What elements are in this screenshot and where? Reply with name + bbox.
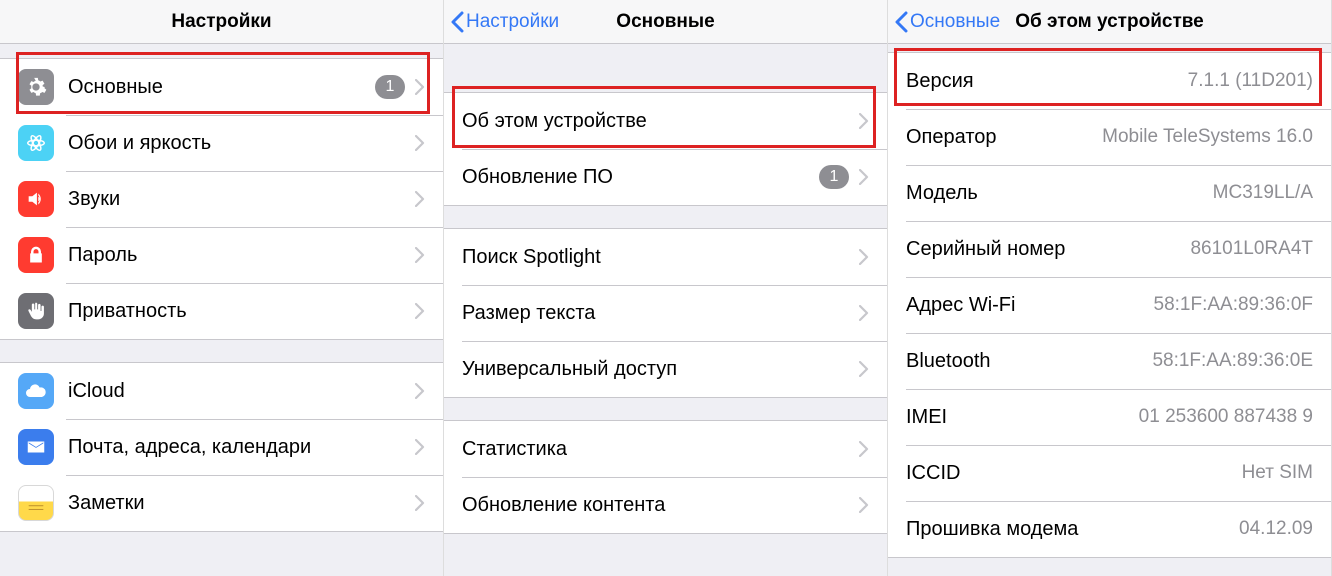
row-privacy[interactable]: Приватность: [0, 283, 443, 339]
panel-about: Основные Об этом устройстве Версия 7.1.1…: [888, 0, 1332, 576]
row-value: 58:1F:AA:89:36:0F: [1154, 294, 1314, 316]
row-iccid[interactable]: ICCID Нет SIM: [888, 445, 1331, 501]
chevron-right-icon: [859, 497, 869, 513]
row-software-update[interactable]: Обновление ПО 1: [444, 149, 887, 205]
chevron-right-icon: [415, 439, 425, 455]
chevron-right-icon: [859, 113, 869, 129]
row-label: Заметки: [68, 492, 145, 515]
chevron-right-icon: [415, 303, 425, 319]
row-value: Mobile TeleSystems 16.0: [1102, 126, 1313, 148]
row-label: Об этом устройстве: [462, 110, 647, 133]
row-label: ICCID: [906, 462, 960, 485]
row-imei[interactable]: IMEI 01 253600 887438 9: [888, 389, 1331, 445]
row-label: Версия: [906, 70, 974, 93]
back-button[interactable]: Основные: [894, 0, 1000, 44]
row-label: Универсальный доступ: [462, 358, 677, 381]
row-carrier[interactable]: Оператор Mobile TeleSystems 16.0: [888, 109, 1331, 165]
row-label: Bluetooth: [906, 350, 991, 373]
row-sounds[interactable]: Звуки: [0, 171, 443, 227]
row-label: Поиск Spotlight: [462, 246, 601, 269]
row-label: Основные: [68, 76, 163, 99]
notes-icon: [18, 485, 54, 521]
row-model[interactable]: Модель MC319LL/A: [888, 165, 1331, 221]
badge: 1: [819, 165, 849, 189]
row-value: Нет SIM: [1242, 462, 1313, 484]
row-label: Размер текста: [462, 302, 595, 325]
row-label: IMEI: [906, 406, 947, 429]
navbar: Настройки Основные: [444, 0, 887, 44]
chevron-right-icon: [415, 135, 425, 151]
row-label: Обновление контента: [462, 494, 665, 517]
chevron-right-icon: [859, 361, 869, 377]
row-label: Оператор: [906, 126, 997, 149]
row-serial[interactable]: Серийный номер 86101L0RA4T: [888, 221, 1331, 277]
back-button[interactable]: Настройки: [450, 0, 559, 44]
chevron-right-icon: [415, 383, 425, 399]
row-statistics[interactable]: Статистика: [444, 421, 887, 477]
navbar-title: Настройки: [171, 11, 271, 33]
gear-icon: [18, 69, 54, 105]
chevron-right-icon: [415, 495, 425, 511]
row-label: Прошивка модема: [906, 518, 1078, 541]
row-bluetooth[interactable]: Bluetooth 58:1F:AA:89:36:0E: [888, 333, 1331, 389]
row-value: 58:1F:AA:89:36:0E: [1152, 350, 1313, 372]
row-spotlight[interactable]: Поиск Spotlight: [444, 229, 887, 285]
navbar: Основные Об этом устройстве: [888, 0, 1331, 44]
row-about[interactable]: Об этом устройстве: [444, 93, 887, 149]
chevron-right-icon: [415, 191, 425, 207]
panel-settings: Настройки Основные 1 Обои и яркость Звук…: [0, 0, 444, 576]
navbar-title: Основные: [616, 11, 714, 33]
sounds-icon: [18, 181, 54, 217]
chevron-right-icon: [859, 249, 869, 265]
row-label: Звуки: [68, 188, 120, 211]
row-content-update[interactable]: Обновление контента: [444, 477, 887, 533]
chevron-right-icon: [859, 441, 869, 457]
row-value: 7.1.1 (11D201): [1188, 70, 1313, 92]
cloud-icon: [18, 373, 54, 409]
back-label: Основные: [910, 11, 1000, 33]
row-label: Почта, адреса, календари: [68, 436, 311, 459]
row-version[interactable]: Версия 7.1.1 (11D201): [888, 53, 1331, 109]
panel-general: Настройки Основные Об этом устройстве Об…: [444, 0, 888, 576]
wallpaper-icon: [18, 125, 54, 161]
row-icloud[interactable]: iCloud: [0, 363, 443, 419]
row-textsize[interactable]: Размер текста: [444, 285, 887, 341]
badge: 1: [375, 75, 405, 99]
row-modem[interactable]: Прошивка модема 04.12.09: [888, 501, 1331, 557]
row-label: Адрес Wi-Fi: [906, 294, 1015, 317]
row-label: iCloud: [68, 380, 125, 403]
chevron-left-icon: [450, 11, 464, 33]
chevron-right-icon: [415, 247, 425, 263]
navbar: Настройки: [0, 0, 443, 44]
chevron-left-icon: [894, 11, 908, 33]
row-accessibility[interactable]: Универсальный доступ: [444, 341, 887, 397]
row-value: MC319LL/A: [1213, 182, 1313, 204]
row-value: 86101L0RA4T: [1190, 238, 1313, 260]
row-mail[interactable]: Почта, адреса, календари: [0, 419, 443, 475]
chevron-right-icon: [415, 79, 425, 95]
navbar-title: Об этом устройстве: [1015, 11, 1204, 33]
row-label: Приватность: [68, 300, 187, 323]
row-value: 04.12.09: [1239, 518, 1313, 540]
lock-icon: [18, 237, 54, 273]
row-wallpaper[interactable]: Обои и яркость: [0, 115, 443, 171]
row-wifi[interactable]: Адрес Wi-Fi 58:1F:AA:89:36:0F: [888, 277, 1331, 333]
row-label: Обои и яркость: [68, 132, 211, 155]
row-general[interactable]: Основные 1: [0, 59, 443, 115]
row-passcode[interactable]: Пароль: [0, 227, 443, 283]
row-label: Пароль: [68, 244, 137, 267]
hand-icon: [18, 293, 54, 329]
row-label: Обновление ПО: [462, 166, 613, 189]
back-label: Настройки: [466, 11, 559, 33]
mail-icon: [18, 429, 54, 465]
row-notes[interactable]: Заметки: [0, 475, 443, 531]
row-label: Серийный номер: [906, 238, 1065, 261]
row-label: Модель: [906, 182, 978, 205]
chevron-right-icon: [859, 169, 869, 185]
chevron-right-icon: [859, 305, 869, 321]
row-label: Статистика: [462, 438, 567, 461]
row-value: 01 253600 887438 9: [1139, 406, 1313, 428]
